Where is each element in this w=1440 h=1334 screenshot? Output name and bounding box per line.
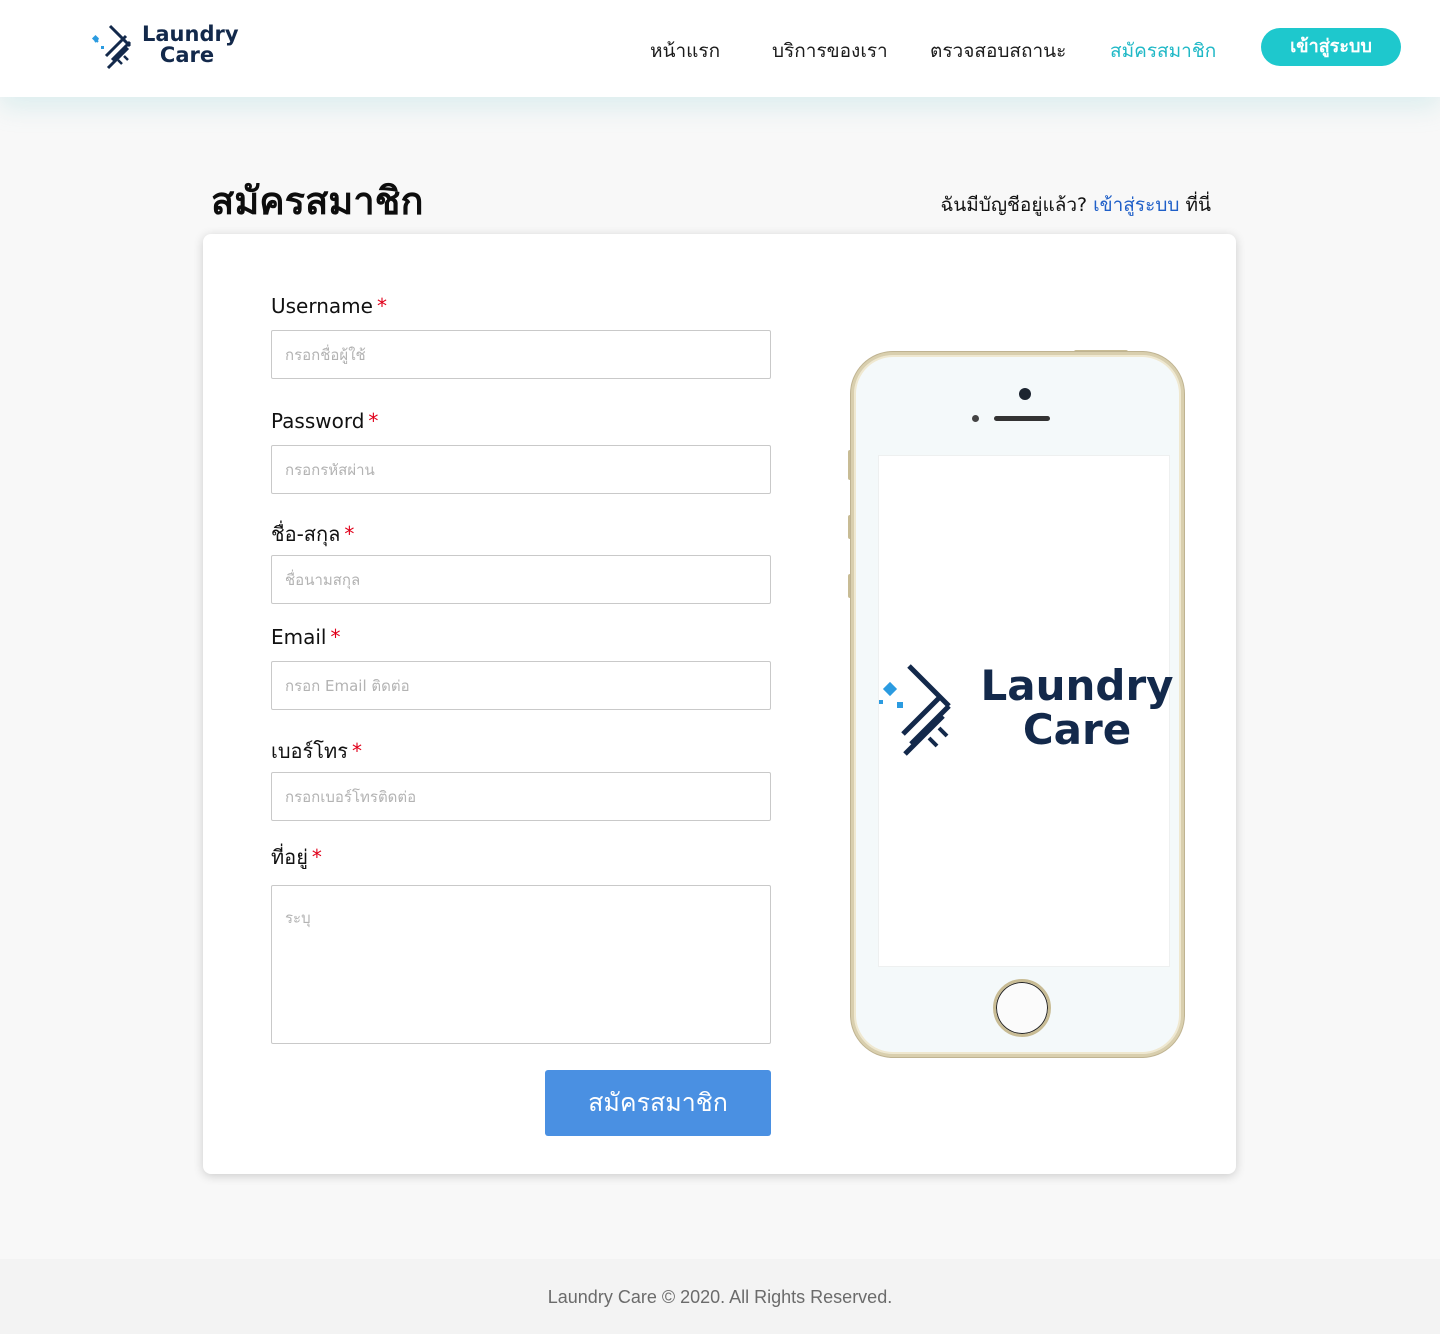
- brand-name: Laundry Care: [142, 22, 239, 67]
- nav-link-services[interactable]: บริการของเรา: [772, 36, 888, 66]
- email-input[interactable]: [271, 661, 771, 710]
- required-mark: *: [376, 294, 387, 318]
- address-label: ที่อยู่ *: [271, 845, 322, 869]
- phone-body: Laundry Care: [851, 352, 1184, 1057]
- phone-home-button: [993, 979, 1051, 1037]
- phone-brand-line1: Laundry: [980, 661, 1174, 710]
- page-title: สมัครสมาชิก: [211, 179, 424, 223]
- phone-label: เบอร์โทร *: [271, 739, 362, 763]
- have-account-suffix: ที่นี่: [1185, 194, 1211, 216]
- password-input[interactable]: [271, 445, 771, 494]
- register-card: Username* Password* ชื่อ-สกุล* Email* เบ…: [203, 234, 1236, 1174]
- phone-sensor: [972, 415, 979, 422]
- required-mark: *: [311, 845, 322, 869]
- fullname-label: ชื่อ-สกุล *: [271, 522, 355, 546]
- copyright-text: Laundry Care © 2020. All Rights Reserved…: [547, 1287, 893, 1307]
- username-input[interactable]: [271, 330, 771, 379]
- fullname-input[interactable]: [271, 555, 771, 604]
- required-mark: *: [344, 522, 355, 546]
- phone-camera: [1019, 388, 1031, 400]
- brand-logo[interactable]: Laundry Care: [90, 22, 250, 72]
- nav-link-register[interactable]: สมัครสมาชิก: [1110, 36, 1216, 66]
- address-textarea[interactable]: [271, 885, 771, 1044]
- laundry-logo-icon: [879, 664, 951, 756]
- nav-link-check-status[interactable]: ตรวจสอบสถานะ: [930, 36, 1066, 66]
- have-account-text: ฉันมีบัญชีอยู่แล้ว? เข้าสู่ระบบ ที่นี่: [940, 190, 1211, 220]
- nav-link-home[interactable]: หน้าแรก: [650, 36, 720, 66]
- laundry-logo-icon: [91, 24, 132, 70]
- username-label: Username *: [271, 294, 387, 318]
- top-navbar: Laundry Care หน้าแรก บริการของเรา ตรวจสอ…: [0, 0, 1440, 97]
- required-mark: *: [368, 409, 379, 433]
- password-label: Password *: [271, 409, 379, 433]
- footer: Laundry Care © 2020. All Rights Reserved…: [0, 1259, 1440, 1334]
- required-mark: *: [351, 739, 362, 763]
- phone-input[interactable]: [271, 772, 771, 821]
- phone-screen-brand: Laundry Care: [979, 664, 1175, 752]
- phone-brand-line2: Care: [1022, 705, 1132, 754]
- login-button[interactable]: เข้าสู่ระบบ: [1261, 28, 1401, 66]
- email-label: Email *: [271, 625, 341, 649]
- register-submit-button[interactable]: สมัครสมาชิก: [545, 1070, 771, 1136]
- phone-speaker: [994, 416, 1050, 421]
- required-mark: *: [330, 625, 341, 649]
- brand-line2: Care: [159, 43, 215, 67]
- have-account-prefix: ฉันมีบัญชีอยู่แล้ว?: [940, 194, 1088, 216]
- phone-screen: Laundry Care: [878, 455, 1174, 967]
- brand-line1: Laundry: [142, 22, 239, 46]
- login-link[interactable]: เข้าสู่ระบบ: [1093, 194, 1179, 216]
- phone-illustration: Laundry Care: [848, 350, 1188, 1060]
